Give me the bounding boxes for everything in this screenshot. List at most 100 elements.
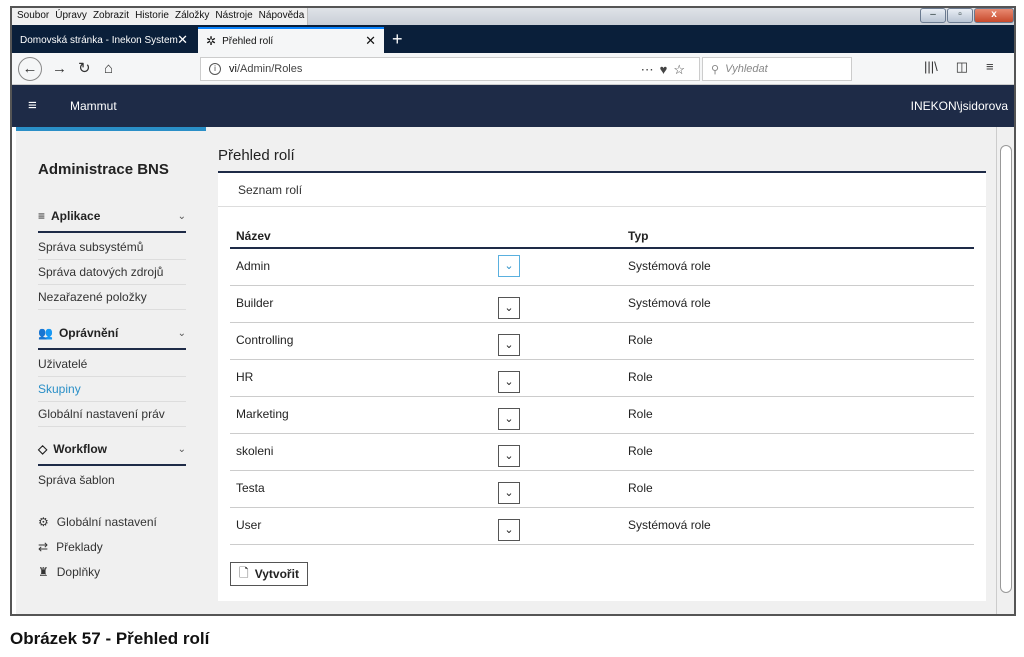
- sidebar-toggle-icon[interactable]: ◫: [956, 59, 968, 75]
- tab-strip: Domovská stránka - Inekon System ✕ ✲ Pře…: [12, 25, 1014, 53]
- new-tab-icon[interactable]: +: [392, 29, 403, 49]
- page-actions-icons[interactable]: ⋯♥☆: [641, 62, 691, 78]
- role-name: skoleni: [236, 444, 274, 458]
- app-header: ≡ Mammut INEKON\jsidorova: [12, 85, 1014, 127]
- info-icon[interactable]: i: [209, 63, 221, 75]
- main-content: Přehled rolí Seznam rolí Název Typ Admin…: [206, 127, 996, 614]
- sidebar-item-uzivatele[interactable]: Uživatelé: [38, 352, 186, 377]
- sidebar-item-doplnky[interactable]: ♜ Doplňky: [38, 565, 100, 579]
- search-input[interactable]: ⚲ Vyhledat: [702, 57, 852, 81]
- figure-caption: Obrázek 57 - Přehled rolí: [10, 629, 210, 648]
- sidebar-item-sprava-datovych-zdroju[interactable]: Správa datových zdrojů: [38, 260, 186, 285]
- role-type: Systémová role: [628, 296, 711, 310]
- sidebar-title: Administrace BNS: [38, 161, 169, 178]
- home-icon[interactable]: ⌂: [104, 59, 113, 79]
- forward-icon[interactable]: →: [52, 59, 67, 79]
- row-actions-dropdown[interactable]: ⌄: [498, 445, 520, 467]
- row-actions-dropdown[interactable]: ⌄: [498, 297, 520, 319]
- row-actions-dropdown[interactable]: ⌄: [498, 519, 520, 541]
- browser-window: Soubor Úpravy Zobrazit Historie Záložky …: [10, 6, 1016, 616]
- sidebar-group-aplikace[interactable]: ≡ Aplikace ⌄: [38, 209, 186, 233]
- sidebar-group-opravneni[interactable]: 👥 Oprávnění ⌄: [38, 326, 186, 350]
- minimize-button[interactable]: –: [920, 8, 946, 23]
- sidebar-item-globalni-nastaveni[interactable]: ⚙ Globální nastavení: [38, 515, 157, 529]
- group-label: Aplikace: [51, 209, 101, 223]
- sidebar-item-sprava-subsystemu[interactable]: Správa subsystémů: [38, 235, 186, 260]
- close-window-button[interactable]: x: [974, 8, 1014, 23]
- role-type: Role: [628, 333, 653, 347]
- reload-icon[interactable]: ↻: [78, 59, 91, 79]
- close-tab-icon[interactable]: ✕: [365, 33, 376, 49]
- role-type: Role: [628, 407, 653, 421]
- row-actions-dropdown[interactable]: ⌄: [498, 371, 520, 393]
- chevron-down-icon: ⌄: [177, 327, 186, 339]
- role-name: Admin: [236, 259, 271, 273]
- table-row[interactable]: Marketing ⌄ Role: [230, 397, 974, 434]
- back-icon[interactable]: ←: [18, 57, 42, 81]
- table-row[interactable]: HR ⌄ Role: [230, 360, 974, 397]
- role-type: Systémová role: [628, 259, 711, 273]
- workflow-icon: ◇: [38, 442, 48, 456]
- menu-napoveda[interactable]: Nápověda: [256, 8, 308, 25]
- role-name: Marketing: [236, 407, 289, 421]
- card-header: Seznam rolí: [218, 173, 986, 207]
- scrollbar-thumb[interactable]: [1000, 145, 1012, 593]
- sidebar-item-preklady[interactable]: ⇄ Překlady: [38, 540, 103, 554]
- table-row[interactable]: Builder ⌄ Systémová role: [230, 286, 974, 323]
- sidebar-item-skupiny[interactable]: Skupiny: [38, 377, 186, 402]
- library-icon[interactable]: |||\: [924, 59, 938, 75]
- create-button[interactable]: 🗋 Vytvořit: [230, 562, 308, 586]
- window-controls: – ▫ x: [920, 8, 1014, 23]
- menu-upravy[interactable]: Úpravy: [52, 8, 90, 25]
- tab-roles[interactable]: ✲ Přehled rolí ✕: [198, 27, 384, 53]
- hamburger-icon[interactable]: ≡: [28, 97, 37, 114]
- app-name[interactable]: Mammut: [70, 99, 117, 113]
- puzzle-icon: ♜: [38, 565, 49, 579]
- maximize-button[interactable]: ▫: [947, 8, 973, 23]
- chevron-down-icon: ⌄: [504, 487, 514, 499]
- chevron-down-icon: ⌄: [504, 450, 514, 462]
- menu-zalozky[interactable]: Záložky: [172, 8, 212, 25]
- tab-label: Domovská stránka - Inekon System: [20, 34, 178, 46]
- url-path: /Admin/Roles: [236, 63, 303, 75]
- menu-nastroje[interactable]: Nástroje: [212, 8, 255, 25]
- sidebar-group-workflow[interactable]: ◇ Workflow ⌄: [38, 442, 186, 466]
- table-row[interactable]: User ⌄ Systémová role: [230, 508, 974, 545]
- sidebar-item-nezarazene-polozky[interactable]: Nezařazené položky: [38, 285, 186, 310]
- role-type: Role: [628, 444, 653, 458]
- chevron-down-icon: ⌄: [504, 524, 514, 536]
- menu-soubor[interactable]: Soubor: [14, 8, 52, 25]
- user-name[interactable]: INEKON\jsidorova: [911, 99, 1008, 113]
- chevron-down-icon: ⌄: [177, 210, 186, 222]
- table-row[interactable]: Testa ⌄ Role: [230, 471, 974, 508]
- menu-icon[interactable]: ≡: [986, 59, 994, 75]
- menu-historie[interactable]: Historie: [132, 8, 172, 25]
- gear-icon: ✲: [206, 34, 217, 48]
- table-row[interactable]: Controlling ⌄ Role: [230, 323, 974, 360]
- column-typ[interactable]: Typ: [628, 229, 648, 243]
- title-bar: Soubor Úpravy Zobrazit Historie Záložky …: [12, 8, 1014, 25]
- scrollbar[interactable]: [996, 127, 1014, 614]
- row-actions-dropdown[interactable]: ⌄: [498, 408, 520, 430]
- menu-zobrazit[interactable]: Zobrazit: [90, 8, 132, 25]
- row-actions-dropdown[interactable]: ⌄: [498, 482, 520, 504]
- row-actions-dropdown[interactable]: ⌄: [498, 255, 520, 277]
- page-title: Přehled rolí: [218, 147, 295, 164]
- address-bar[interactable]: i vi/Admin/Roles ⋯♥☆: [200, 57, 700, 81]
- role-name: Builder: [236, 296, 274, 310]
- tab-home[interactable]: Domovská stránka - Inekon System ✕: [12, 27, 196, 53]
- url-prefix: vi: [229, 63, 237, 75]
- sidebar-item-globalni-nastaveni-prav[interactable]: Globální nastavení práv: [38, 402, 186, 427]
- chevron-down-icon: ⌄: [504, 339, 514, 351]
- group-label: Workflow: [53, 442, 108, 456]
- close-tab-icon[interactable]: ✕: [177, 32, 188, 48]
- chevron-down-icon: ⌄: [504, 413, 514, 425]
- row-actions-dropdown[interactable]: ⌄: [498, 334, 520, 356]
- footer-label: Překlady: [56, 540, 103, 554]
- sidebar-item-sprava-sablon[interactable]: Správa šablon: [38, 468, 186, 492]
- table-row[interactable]: skoleni ⌄ Role: [230, 434, 974, 471]
- table-row[interactable]: Admin ⌄ Systémová role: [230, 249, 974, 286]
- sidebar: Administrace BNS ≡ Aplikace ⌄ Správa sub…: [16, 127, 206, 614]
- menu-bar: Soubor Úpravy Zobrazit Historie Záložky …: [12, 8, 309, 25]
- column-nazev[interactable]: Název: [236, 229, 271, 243]
